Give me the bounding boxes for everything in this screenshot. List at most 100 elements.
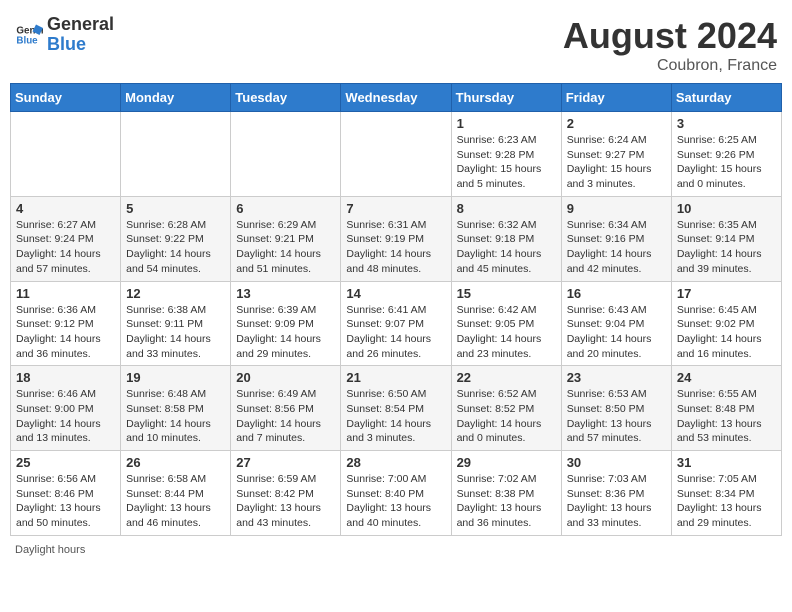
calendar-week-row: 1Sunrise: 6:23 AMSunset: 9:28 PMDaylight… [11, 112, 782, 197]
calendar-cell: 17 Sunrise: 6:45 AMSunset: 9:02 PMDayligh… [671, 281, 781, 366]
day-number: 30 [567, 455, 666, 470]
calendar-cell: 26 Sunrise: 6:58 AMSunset: 8:44 PMDayligh… [121, 451, 231, 536]
day-number: 4 [16, 201, 115, 216]
calendar-day-header: Friday [561, 84, 671, 112]
day-info: Sunrise: 6:34 AMSunset: 9:16 PMDaylight:… [567, 218, 666, 277]
calendar-week-row: 18 Sunrise: 6:46 AMSunset: 9:00 PMDayligh… [11, 366, 782, 451]
day-number: 21 [346, 370, 445, 385]
title-location: Coubron, France [563, 57, 777, 75]
calendar-cell: 30 Sunrise: 7:03 AMSunset: 8:36 PMDayligh… [561, 451, 671, 536]
day-number: 13 [236, 286, 335, 301]
day-info: Sunrise: 6:27 AMSunset: 9:24 PMDaylight:… [16, 218, 115, 277]
day-info: Sunrise: 6:39 AMSunset: 9:09 PMDaylight:… [236, 303, 335, 362]
calendar-cell: 4 Sunrise: 6:27 AMSunset: 9:24 PMDaylight… [11, 196, 121, 281]
calendar-cell: 11Sunrise: 6:36 AMSunset: 9:12 PMDayligh… [11, 281, 121, 366]
logo-general-text: General [47, 15, 114, 35]
day-number: 29 [457, 455, 556, 470]
calendar-week-row: 4 Sunrise: 6:27 AMSunset: 9:24 PMDaylight… [11, 196, 782, 281]
logo-blue-text: Blue [47, 35, 114, 55]
day-info: Sunrise: 6:43 AMSunset: 9:04 PMDaylight:… [567, 303, 666, 362]
calendar-cell: 7 Sunrise: 6:31 AMSunset: 9:19 PMDaylight… [341, 196, 451, 281]
daylight-label: Daylight hours [15, 544, 85, 556]
calendar-cell [11, 112, 121, 197]
day-number: 7 [346, 201, 445, 216]
day-info: Sunrise: 6:56 AMSunset: 8:46 PMDaylight:… [16, 472, 115, 531]
footer: Daylight hours [10, 544, 782, 556]
calendar-cell: 23 Sunrise: 6:53 AMSunset: 8:50 PMDayligh… [561, 366, 671, 451]
day-info: Sunrise: 6:24 AMSunset: 9:27 PMDaylight:… [567, 133, 666, 192]
day-number: 19 [126, 370, 225, 385]
day-info: Sunrise: 6:42 AMSunset: 9:05 PMDaylight:… [457, 303, 556, 362]
calendar-day-header: Monday [121, 84, 231, 112]
day-number: 15 [457, 286, 556, 301]
day-info: Sunrise: 6:23 AMSunset: 9:28 PMDaylight:… [457, 133, 556, 192]
day-number: 16 [567, 286, 666, 301]
calendar-cell: 27Sunrise: 6:59 AMSunset: 8:42 PMDayligh… [231, 451, 341, 536]
day-number: 26 [126, 455, 225, 470]
day-info: Sunrise: 6:29 AMSunset: 9:21 PMDaylight:… [236, 218, 335, 277]
day-info: Sunrise: 6:46 AMSunset: 9:00 PMDaylight:… [16, 387, 115, 446]
day-info: Sunrise: 7:00 AMSunset: 8:40 PMDaylight:… [346, 472, 445, 531]
day-info: Sunrise: 7:02 AMSunset: 8:38 PMDaylight:… [457, 472, 556, 531]
calendar-day-header: Saturday [671, 84, 781, 112]
calendar-cell: 24 Sunrise: 6:55 AMSunset: 8:48 PMDayligh… [671, 366, 781, 451]
calendar-day-header: Sunday [11, 84, 121, 112]
calendar-cell: 20Sunrise: 6:49 AMSunset: 8:56 PMDayligh… [231, 366, 341, 451]
header: General Blue General Blue August 2024 Co… [10, 10, 782, 75]
day-number: 24 [677, 370, 776, 385]
calendar-cell: 16 Sunrise: 6:43 AMSunset: 9:04 PMDayligh… [561, 281, 671, 366]
day-info: Sunrise: 6:36 AMSunset: 9:12 PMDaylight:… [16, 303, 115, 362]
day-info: Sunrise: 6:55 AMSunset: 8:48 PMDaylight:… [677, 387, 776, 446]
calendar-day-header: Wednesday [341, 84, 451, 112]
calendar-cell: 18 Sunrise: 6:46 AMSunset: 9:00 PMDayligh… [11, 366, 121, 451]
calendar-cell: 5 Sunrise: 6:28 AMSunset: 9:22 PMDaylight… [121, 196, 231, 281]
calendar-week-row: 11Sunrise: 6:36 AMSunset: 9:12 PMDayligh… [11, 281, 782, 366]
calendar-cell: 13 Sunrise: 6:39 AMSunset: 9:09 PMDayligh… [231, 281, 341, 366]
day-number: 23 [567, 370, 666, 385]
day-number: 17 [677, 286, 776, 301]
svg-text:Blue: Blue [16, 35, 38, 46]
calendar-cell: 22Sunrise: 6:52 AMSunset: 8:52 PMDayligh… [451, 366, 561, 451]
calendar-cell [121, 112, 231, 197]
day-number: 25 [16, 455, 115, 470]
day-number: 8 [457, 201, 556, 216]
day-info: Sunrise: 7:03 AMSunset: 8:36 PMDaylight:… [567, 472, 666, 531]
day-info: Sunrise: 6:48 AMSunset: 8:58 PMDaylight:… [126, 387, 225, 446]
day-info: Sunrise: 6:45 AMSunset: 9:02 PMDaylight:… [677, 303, 776, 362]
calendar-day-header: Tuesday [231, 84, 341, 112]
day-number: 5 [126, 201, 225, 216]
day-info: Sunrise: 6:50 AMSunset: 8:54 PMDaylight:… [346, 387, 445, 446]
calendar-cell: 3 Sunrise: 6:25 AMSunset: 9:26 PMDaylight… [671, 112, 781, 197]
day-info: Sunrise: 6:52 AMSunset: 8:52 PMDaylight:… [457, 387, 556, 446]
calendar-cell: 6Sunrise: 6:29 AMSunset: 9:21 PMDaylight… [231, 196, 341, 281]
day-number: 18 [16, 370, 115, 385]
day-info: Sunrise: 6:28 AMSunset: 9:22 PMDaylight:… [126, 218, 225, 277]
day-info: Sunrise: 6:53 AMSunset: 8:50 PMDaylight:… [567, 387, 666, 446]
logo-icon: General Blue [15, 21, 43, 49]
calendar-cell: 12Sunrise: 6:38 AMSunset: 9:11 PMDayligh… [121, 281, 231, 366]
calendar-cell: 10Sunrise: 6:35 AMSunset: 9:14 PMDayligh… [671, 196, 781, 281]
day-info: Sunrise: 6:59 AMSunset: 8:42 PMDaylight:… [236, 472, 335, 531]
title-month: August 2024 [563, 15, 777, 57]
day-info: Sunrise: 6:35 AMSunset: 9:14 PMDaylight:… [677, 218, 776, 277]
calendar-header-row: SundayMondayTuesdayWednesdayThursdayFrid… [11, 84, 782, 112]
calendar-week-row: 25 Sunrise: 6:56 AMSunset: 8:46 PMDayligh… [11, 451, 782, 536]
day-info: Sunrise: 6:41 AMSunset: 9:07 PMDaylight:… [346, 303, 445, 362]
day-number: 28 [346, 455, 445, 470]
calendar-cell: 14 Sunrise: 6:41 AMSunset: 9:07 PMDayligh… [341, 281, 451, 366]
calendar-cell: 21 Sunrise: 6:50 AMSunset: 8:54 PMDayligh… [341, 366, 451, 451]
calendar-cell: 25 Sunrise: 6:56 AMSunset: 8:46 PMDayligh… [11, 451, 121, 536]
calendar-cell: 9Sunrise: 6:34 AMSunset: 9:16 PMDaylight… [561, 196, 671, 281]
calendar-cell: 29 Sunrise: 7:02 AMSunset: 8:38 PMDayligh… [451, 451, 561, 536]
logo: General Blue General Blue [15, 15, 114, 55]
day-info: Sunrise: 6:25 AMSunset: 9:26 PMDaylight:… [677, 133, 776, 192]
day-number: 3 [677, 116, 776, 131]
day-info: Sunrise: 6:58 AMSunset: 8:44 PMDaylight:… [126, 472, 225, 531]
day-number: 14 [346, 286, 445, 301]
title-block: August 2024 Coubron, France [563, 15, 777, 75]
calendar-cell: 2Sunrise: 6:24 AMSunset: 9:27 PMDaylight… [561, 112, 671, 197]
day-info: Sunrise: 6:31 AMSunset: 9:19 PMDaylight:… [346, 218, 445, 277]
day-info: Sunrise: 6:38 AMSunset: 9:11 PMDaylight:… [126, 303, 225, 362]
calendar-cell [231, 112, 341, 197]
calendar-cell: 15 Sunrise: 6:42 AMSunset: 9:05 PMDayligh… [451, 281, 561, 366]
